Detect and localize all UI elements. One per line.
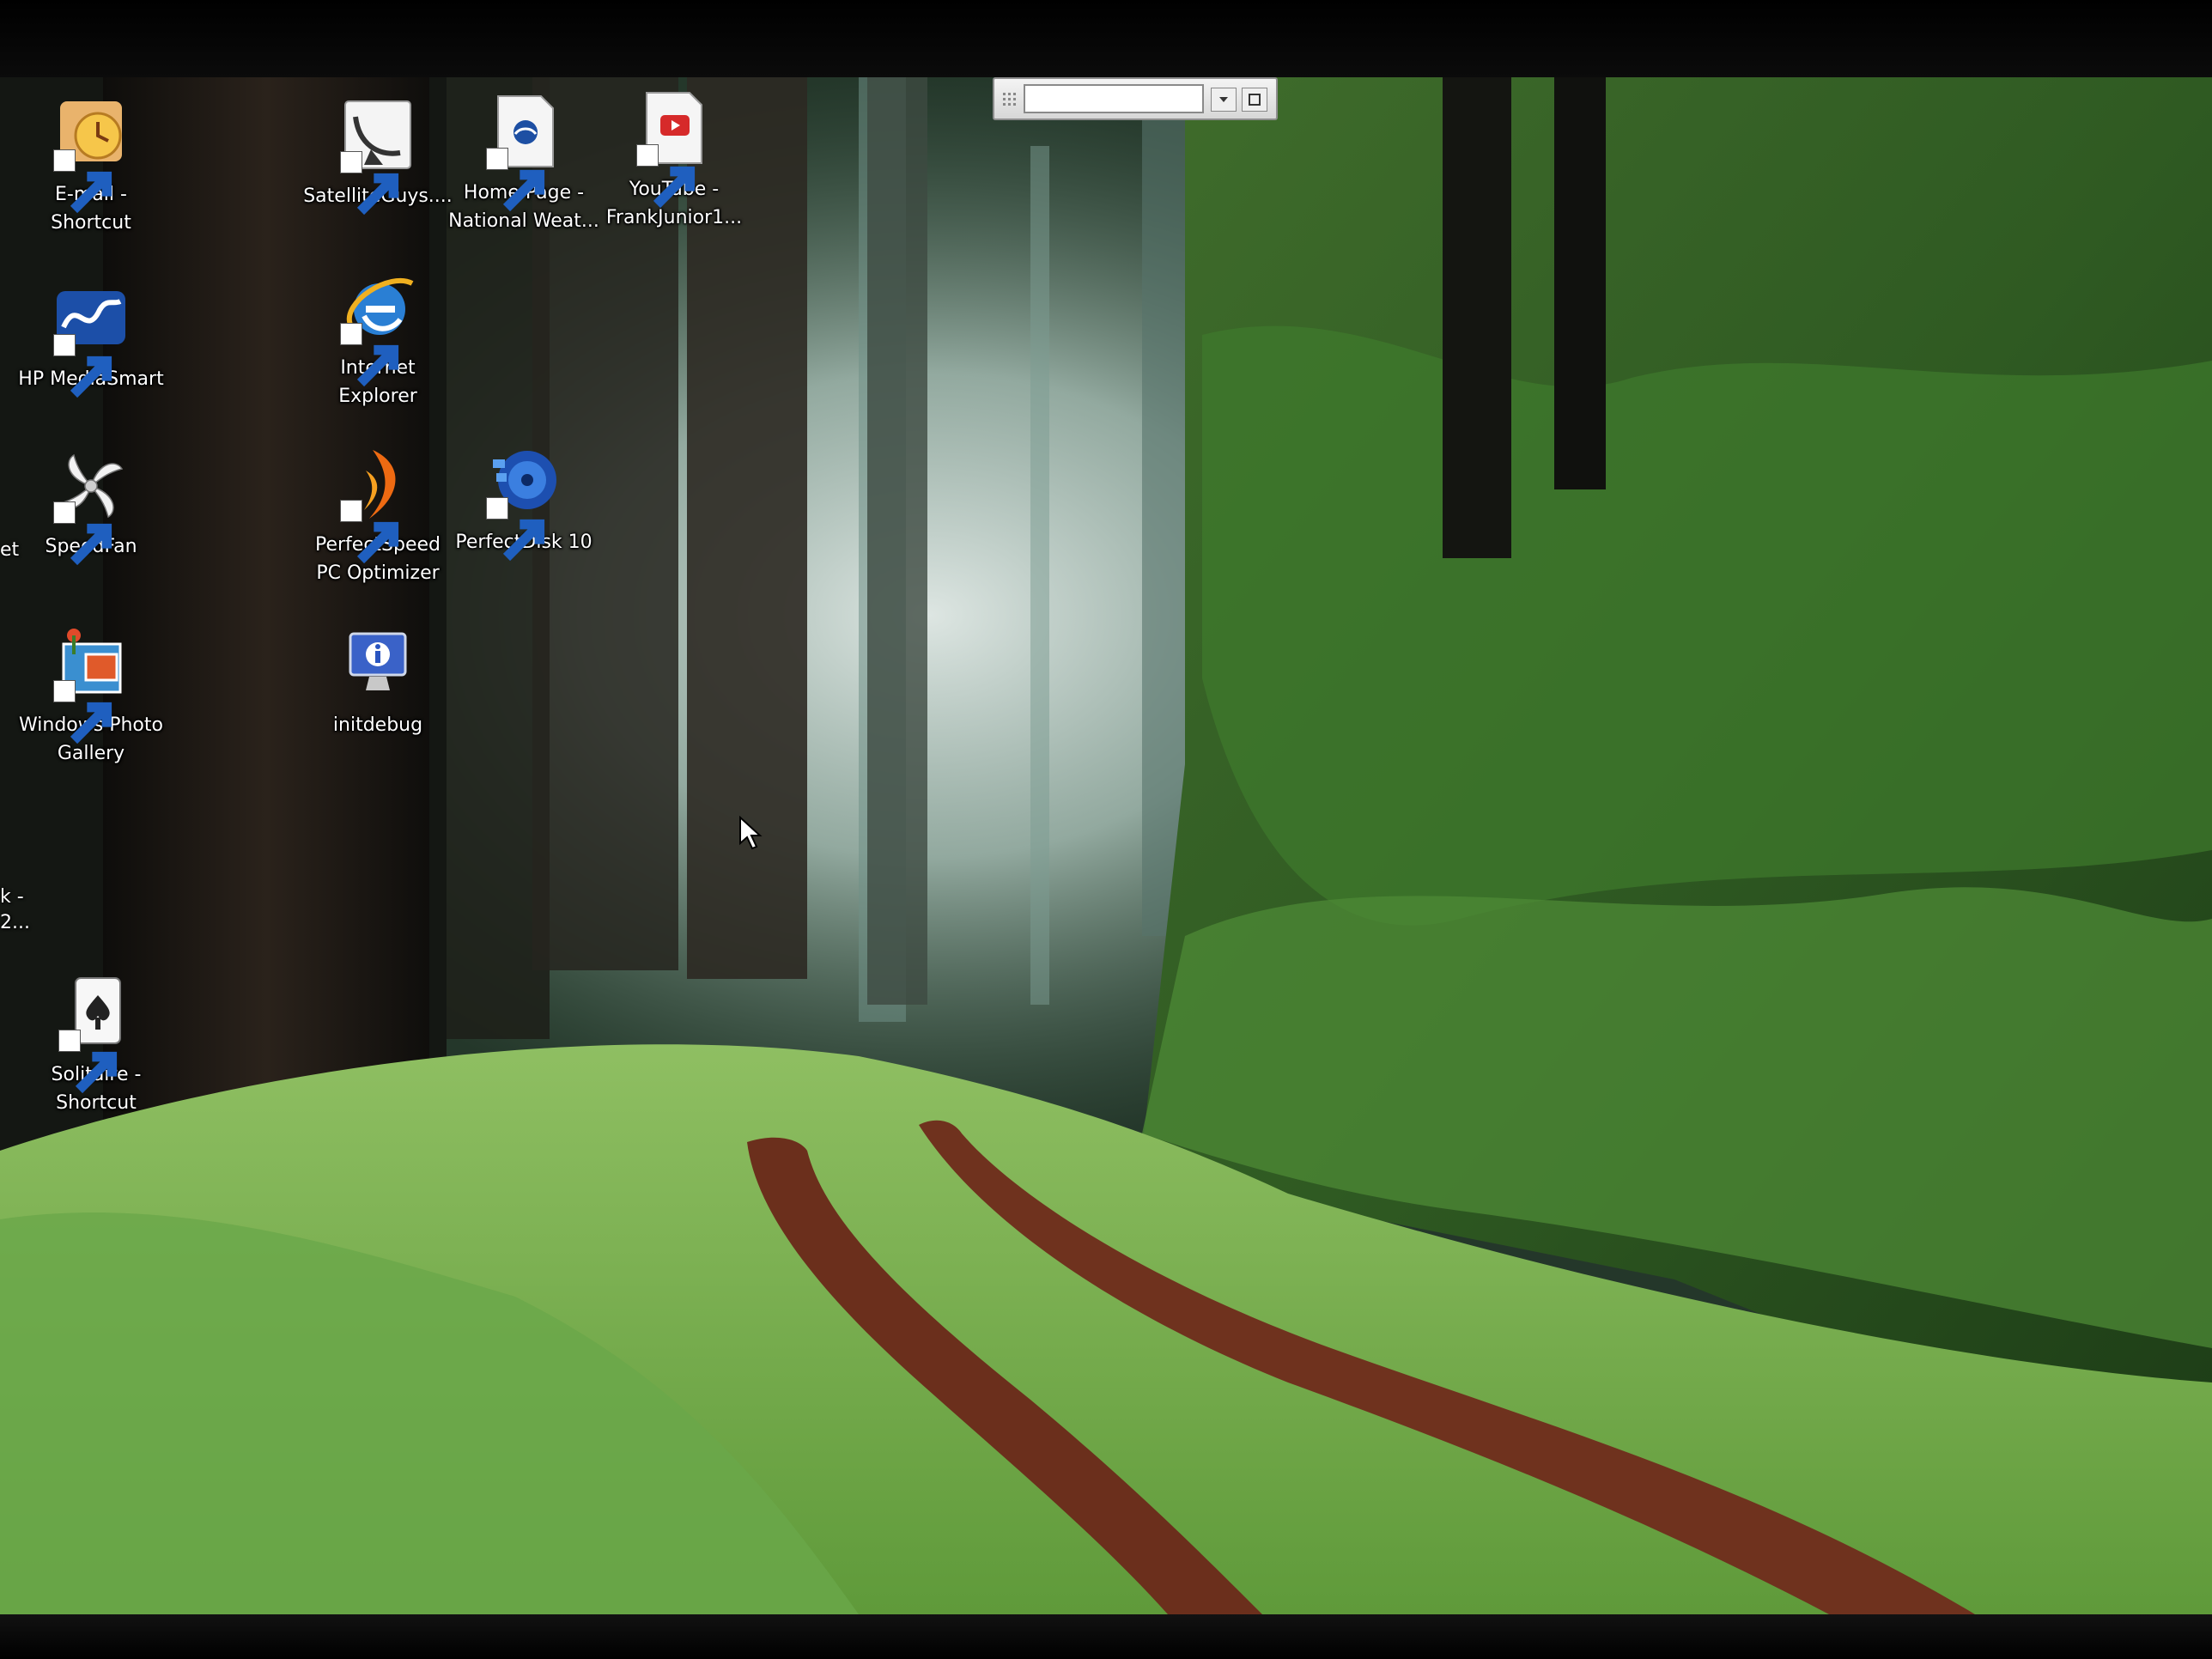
shortcut-arrow-icon xyxy=(53,501,112,566)
shortcut-arrow-icon xyxy=(636,144,696,209)
floating-address-toolbar[interactable] xyxy=(993,77,1278,120)
shortcut-arrow-icon xyxy=(340,323,399,387)
grip-dots-icon[interactable] xyxy=(1001,89,1018,110)
icon-label: initdebug xyxy=(332,714,423,736)
shortcut-arrow-icon xyxy=(340,151,399,216)
desktop-icon-solitaire-shortcut[interactable]: Solitaire - Shortcut xyxy=(10,975,182,1117)
desktop-icon-national-weather-home-page[interactable]: Home Page - National Weat... xyxy=(438,93,610,235)
shortcut-arrow-icon xyxy=(53,334,112,398)
monitor-bezel-bottom xyxy=(0,1614,2212,1659)
desktop-icon-windows-photo-gallery[interactable]: Windows Photo Gallery xyxy=(5,625,177,768)
desktop-icon-youtube-shortcut[interactable]: YouTube - FrankJunior1... xyxy=(588,89,760,232)
toolbar-dropdown-button[interactable] xyxy=(1211,88,1237,112)
chevron-down-icon xyxy=(1219,97,1228,102)
monitor-info-icon xyxy=(349,632,407,690)
shortcut-arrow-icon xyxy=(486,497,545,562)
desktop-icon-initdebug[interactable]: initdebug xyxy=(292,625,464,739)
desktop-icon-speedfan[interactable]: SpeedFan xyxy=(5,447,177,566)
offscreen-icon-label[interactable]: 2... xyxy=(0,910,30,936)
shortcut-arrow-icon xyxy=(340,500,399,564)
offscreen-icon-label[interactable]: k - xyxy=(0,884,24,910)
restore-window-icon xyxy=(1249,94,1261,106)
desktop-icon-internet-explorer[interactable]: Internet Explorer xyxy=(292,268,464,410)
shortcut-arrow-icon xyxy=(486,148,545,212)
toolbar-address-input[interactable] xyxy=(1024,84,1204,113)
arrow-pointer-icon xyxy=(739,816,763,850)
shortcut-arrow-icon xyxy=(58,1030,118,1094)
shortcut-arrow-icon xyxy=(53,680,112,744)
shortcut-arrow-icon xyxy=(53,149,112,214)
desktop-icon-email-shortcut[interactable]: E-mail - Shortcut xyxy=(5,94,177,237)
monitor-bezel-top xyxy=(0,0,2212,77)
offscreen-icon-label[interactable]: et xyxy=(0,538,19,563)
desktop-icon-hp-mediasmart[interactable]: HP MediaSmart xyxy=(5,279,177,398)
desktop-icon-perfectdisk-10[interactable]: PerfectDisk 10 xyxy=(438,442,610,562)
toolbar-restore-button[interactable] xyxy=(1242,88,1267,112)
